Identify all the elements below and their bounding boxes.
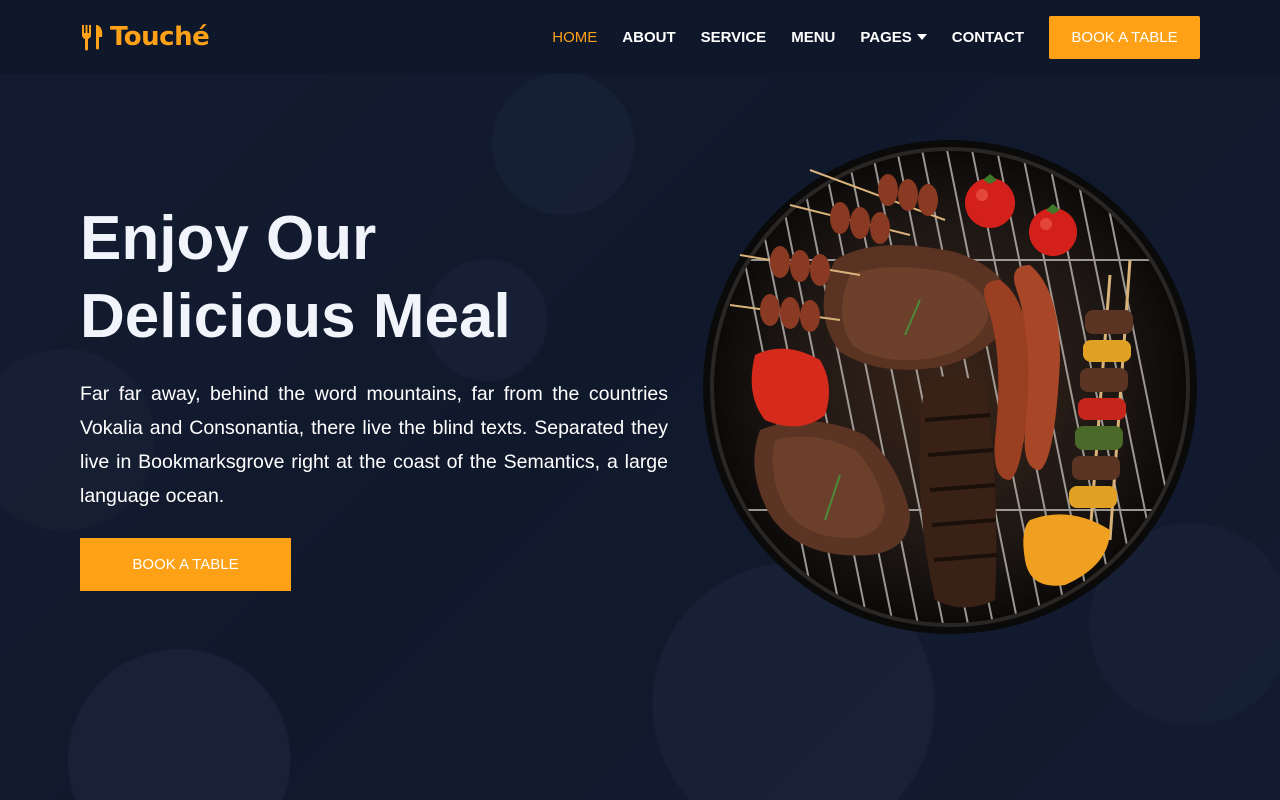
- hero-description: Far far away, behind the word mountains,…: [80, 383, 668, 507]
- nav-book-table-button[interactable]: BOOK A TABLE: [1049, 15, 1200, 59]
- hero-title-line-1: Enjoy Our: [80, 204, 377, 273]
- utensils-icon: [82, 25, 103, 51]
- nav-item-pages-label: PAGES: [860, 28, 912, 46]
- nav-menu: HOME ABOUT SERVICE MENU PAGES CONTACT BO…: [527, 15, 1200, 59]
- hero-book-table-button[interactable]: BOOK A TABLE: [80, 538, 291, 591]
- hero-title: Enjoy Our Delicious Meal: [80, 200, 640, 356]
- brand-logo[interactable]: Touché: [80, 22, 210, 52]
- nav-item-contact[interactable]: CONTACT: [952, 29, 1024, 46]
- nav-item-service[interactable]: SERVICE: [701, 29, 767, 46]
- barbecue-grill-image: [703, 140, 1197, 634]
- hero-title-line-2: Delicious Meal: [80, 282, 511, 351]
- navbar: Touché HOME ABOUT SERVICE MENU PAGES CON…: [0, 0, 1280, 74]
- nav-item-pages[interactable]: PAGES: [860, 28, 927, 46]
- brand-name: Touché: [110, 22, 210, 52]
- caret-down-icon: [916, 34, 927, 40]
- nav-item-home[interactable]: HOME: [552, 29, 597, 46]
- nav-item-about[interactable]: ABOUT: [622, 29, 675, 46]
- nav-item-menu[interactable]: MENU: [791, 29, 835, 46]
